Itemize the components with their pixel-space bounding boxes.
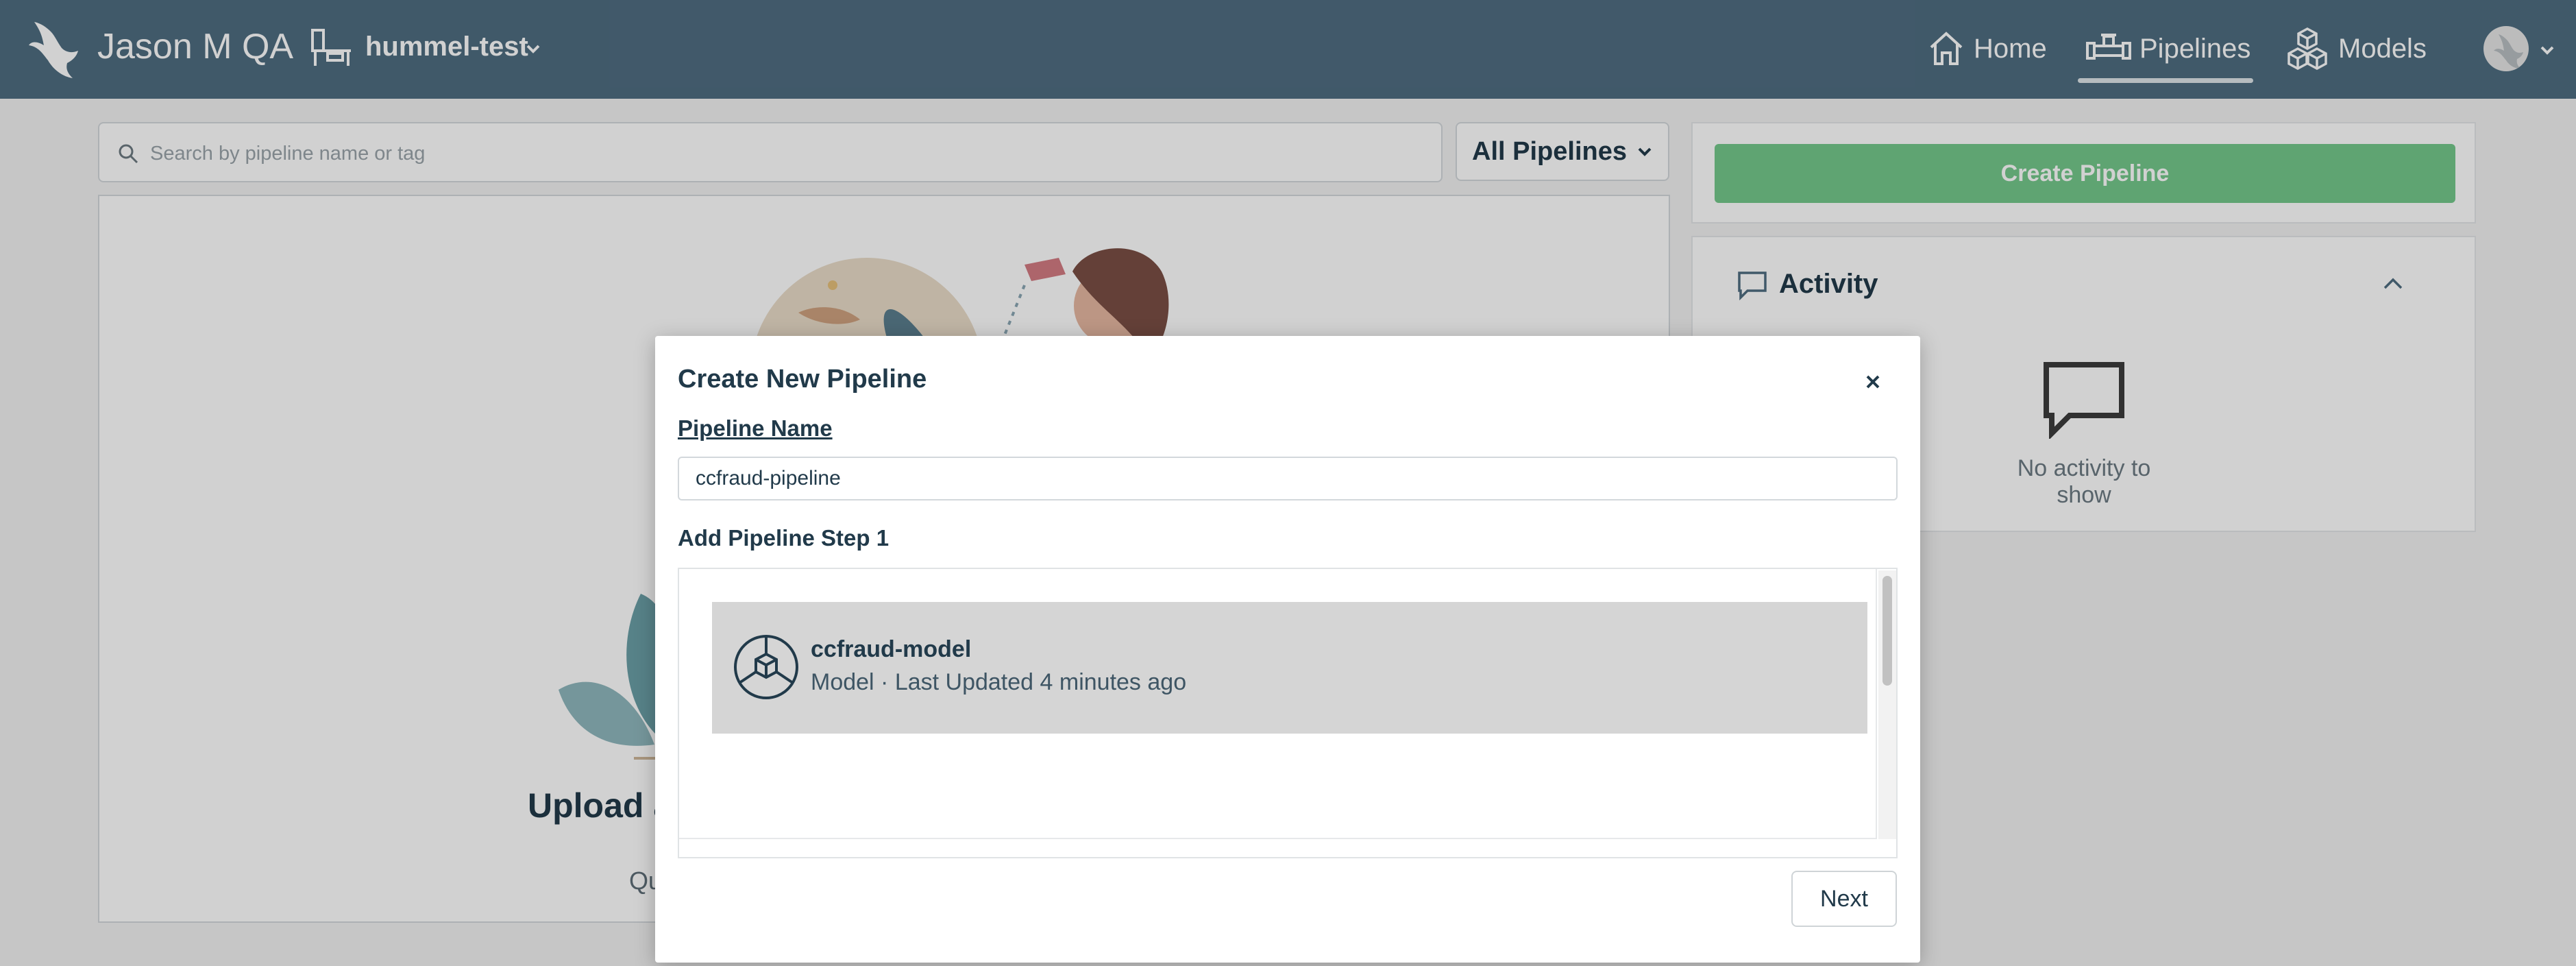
scrollbar-thumb[interactable]	[1882, 576, 1892, 686]
modal-title: Create New Pipeline	[678, 365, 927, 394]
next-button[interactable]: Next	[1791, 871, 1897, 927]
model-meta: Model · Last Updated 4 minutes ago	[811, 669, 1187, 695]
add-step-label: Add Pipeline Step 1	[678, 525, 890, 551]
step-list-scrollbar[interactable]	[1878, 570, 1896, 839]
close-icon	[1866, 375, 1880, 389]
step-options-list[interactable]: ccfraud-model Model · Last Updated 4 min…	[678, 568, 1898, 858]
model-cube-icon	[734, 635, 798, 699]
pipeline-name-input[interactable]	[678, 457, 1898, 500]
close-button[interactable]	[1861, 370, 1885, 394]
pipeline-name-label: Pipeline Name	[678, 415, 833, 441]
create-pipeline-modal: Create New Pipeline Pipeline Name Add Pi…	[655, 336, 1920, 963]
model-name: ccfraud-model	[811, 636, 972, 662]
model-option-card[interactable]: ccfraud-model Model · Last Updated 4 min…	[712, 602, 1867, 734]
step-list-viewport: ccfraud-model Model · Last Updated 4 min…	[679, 569, 1877, 839]
